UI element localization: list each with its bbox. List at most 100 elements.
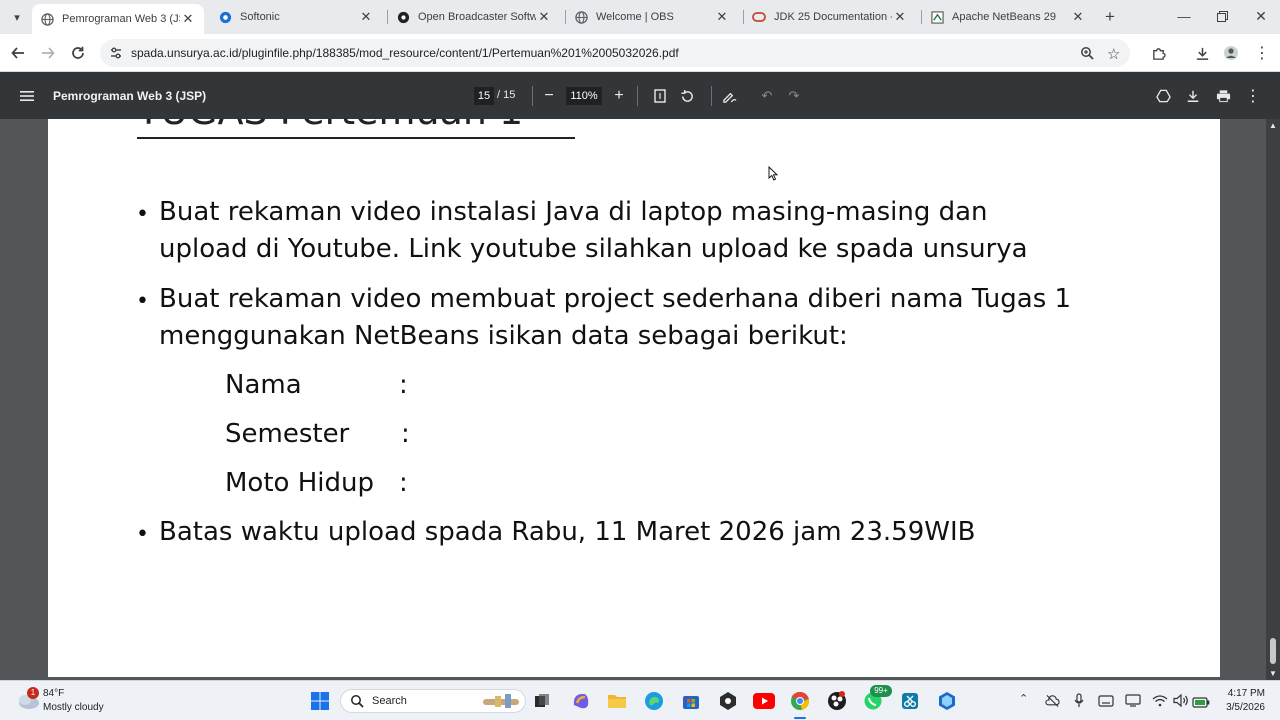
zoom-icon[interactable] bbox=[1080, 46, 1094, 65]
search-icon bbox=[350, 694, 364, 713]
search-highlight-icon bbox=[481, 693, 521, 714]
tab-title: Softonic bbox=[240, 11, 280, 23]
close-icon[interactable]: ✕ bbox=[536, 9, 552, 25]
field-separator: : bbox=[399, 468, 408, 498]
tab-netbeans[interactable]: Apache NetBeans 29 ✕ bbox=[922, 4, 1094, 30]
display-icon[interactable] bbox=[1125, 694, 1141, 712]
keyboard-icon[interactable] bbox=[1098, 694, 1114, 712]
obs-taskbar-icon[interactable] bbox=[716, 689, 740, 713]
pdf-scrollbar[interactable]: ▲ ▼ bbox=[1266, 119, 1280, 680]
downloads-icon[interactable] bbox=[1190, 41, 1214, 65]
file-explorer-icon[interactable] bbox=[605, 689, 629, 713]
globe-icon bbox=[574, 10, 588, 24]
wifi-icon[interactable] bbox=[1152, 694, 1168, 712]
weather-badge: 1 bbox=[27, 687, 39, 699]
forward-button[interactable] bbox=[36, 41, 60, 65]
edge-icon[interactable] bbox=[642, 689, 666, 713]
close-icon[interactable]: ✕ bbox=[358, 9, 374, 25]
hamburger-menu-icon[interactable] bbox=[17, 86, 37, 106]
weather-desc: Mostly cloudy bbox=[43, 702, 104, 713]
zoom-out-button[interactable]: − bbox=[539, 86, 559, 106]
windows-taskbar: 1 84°F Mostly cloudy Search 99+ ⌃ 4:17 P… bbox=[0, 680, 1280, 720]
bullet-text: Buat rekaman video instalasi Java di lap… bbox=[159, 197, 988, 227]
weather-widget[interactable]: 1 84°F Mostly cloudy bbox=[14, 685, 114, 717]
new-tab-button[interactable]: + bbox=[1100, 7, 1120, 27]
netbeans-taskbar-icon[interactable] bbox=[935, 689, 959, 713]
weather-temp: 84°F bbox=[43, 688, 65, 699]
tab-title: JDK 25 Documentation - H bbox=[774, 11, 892, 23]
profile-icon[interactable] bbox=[1219, 41, 1243, 65]
chrome-icon[interactable] bbox=[788, 689, 812, 713]
tab-search-button[interactable]: ▾ bbox=[8, 8, 26, 26]
tab-softonic[interactable]: Softonic ✕ bbox=[210, 4, 382, 30]
tab-obs[interactable]: Open Broadcaster Software ✕ bbox=[388, 4, 560, 30]
youtube-icon[interactable] bbox=[752, 689, 776, 713]
redo-icon[interactable]: ↷ bbox=[784, 86, 804, 106]
close-icon[interactable]: ✕ bbox=[1070, 9, 1086, 25]
scroll-thumb[interactable] bbox=[1270, 638, 1276, 664]
obs-icon bbox=[396, 10, 410, 24]
close-icon[interactable]: ✕ bbox=[714, 9, 730, 25]
close-icon[interactable]: ✕ bbox=[892, 9, 908, 25]
site-info-icon[interactable] bbox=[109, 46, 123, 65]
download-icon[interactable] bbox=[1183, 86, 1203, 106]
maximize-button[interactable] bbox=[1210, 6, 1234, 26]
tab-jdk-docs[interactable]: JDK 25 Documentation - H ✕ bbox=[744, 4, 916, 30]
bookmark-star-icon[interactable]: ☆ bbox=[1107, 45, 1120, 63]
bullet-dot: • bbox=[136, 522, 149, 547]
field-label-moto-hidup: Moto Hidup bbox=[225, 468, 374, 498]
clock-date[interactable]: 3/5/2026 bbox=[1215, 702, 1265, 713]
annotate-pen-icon[interactable] bbox=[719, 86, 739, 106]
zoom-level-input[interactable]: 110% bbox=[566, 87, 602, 105]
bullet-text: menggunakan NetBeans isikan data sebagai… bbox=[159, 321, 848, 351]
windows-start-icon[interactable] bbox=[308, 689, 332, 713]
task-view-icon[interactable] bbox=[530, 689, 554, 713]
zoom-in-button[interactable]: + bbox=[609, 86, 629, 106]
back-button[interactable] bbox=[6, 41, 30, 65]
softonic-icon bbox=[218, 10, 232, 24]
browser-menu-icon[interactable]: ⋮ bbox=[1250, 41, 1274, 65]
bullet-dot: • bbox=[136, 289, 149, 314]
sync-off-icon[interactable] bbox=[1045, 694, 1060, 713]
browser-toolbar: spada.unsurya.ac.id/pluginfile.php/18838… bbox=[0, 34, 1280, 72]
scroll-down-arrow[interactable]: ▼ bbox=[1269, 669, 1277, 678]
microsoft-store-icon[interactable] bbox=[679, 689, 703, 713]
taskbar-search[interactable]: Search bbox=[340, 689, 526, 713]
undo-icon[interactable]: ↶ bbox=[757, 86, 777, 106]
reload-button[interactable] bbox=[66, 41, 90, 65]
obs-studio-icon[interactable] bbox=[825, 689, 849, 713]
page-number-input[interactable]: 15 bbox=[474, 87, 494, 105]
search-label: Search bbox=[372, 695, 407, 707]
globe-icon bbox=[40, 12, 54, 26]
tab-title: Welcome | OBS bbox=[596, 11, 674, 23]
microphone-icon[interactable] bbox=[1074, 693, 1084, 713]
battery-icon[interactable] bbox=[1192, 695, 1210, 713]
tab-welcome-obs[interactable]: Welcome | OBS ✕ bbox=[566, 4, 738, 30]
fit-page-icon[interactable] bbox=[650, 86, 670, 106]
scroll-up-arrow[interactable]: ▲ bbox=[1269, 121, 1277, 130]
url-text: spada.unsurya.ac.id/pluginfile.php/18838… bbox=[131, 46, 679, 60]
copilot-icon[interactable] bbox=[569, 689, 593, 713]
pdf-toolbar: Pemrograman Web 3 (JSP) 15 / 15 − 110% +… bbox=[0, 72, 1280, 119]
more-options-icon[interactable]: ⋮ bbox=[1243, 86, 1263, 106]
close-icon[interactable]: ✕ bbox=[180, 11, 196, 27]
address-bar[interactable]: spada.unsurya.ac.id/pluginfile.php/18838… bbox=[100, 39, 1130, 67]
close-window-button[interactable]: ✕ bbox=[1249, 6, 1273, 26]
bullet-text: Buat rekaman video membuat project seder… bbox=[159, 284, 1072, 314]
drive-save-icon[interactable] bbox=[1153, 86, 1173, 106]
snipping-tool-icon[interactable] bbox=[898, 689, 922, 713]
bullet-dot: • bbox=[136, 202, 149, 227]
print-icon[interactable] bbox=[1213, 86, 1233, 106]
volume-icon[interactable] bbox=[1173, 693, 1189, 712]
mouse-cursor-icon bbox=[768, 165, 779, 186]
show-hidden-icons[interactable]: ⌃ bbox=[1019, 692, 1028, 705]
oracle-icon bbox=[752, 10, 766, 24]
rotate-icon[interactable] bbox=[677, 86, 697, 106]
minimize-button[interactable]: — bbox=[1172, 6, 1196, 26]
slide-heading: TUGAS Pertemuan 1 bbox=[137, 119, 523, 133]
pdf-viewport[interactable]: TUGAS Pertemuan 1 • Buat rekaman video i… bbox=[0, 119, 1280, 680]
tab-strip: ▾ Pemrograman Web 3 (JSP) ✕ Softonic ✕ O… bbox=[0, 0, 1280, 34]
extensions-icon[interactable] bbox=[1146, 41, 1170, 65]
tab-pemrograman-web[interactable]: Pemrograman Web 3 (JSP) ✕ bbox=[32, 4, 204, 34]
clock-time[interactable]: 4:17 PM bbox=[1225, 688, 1265, 699]
